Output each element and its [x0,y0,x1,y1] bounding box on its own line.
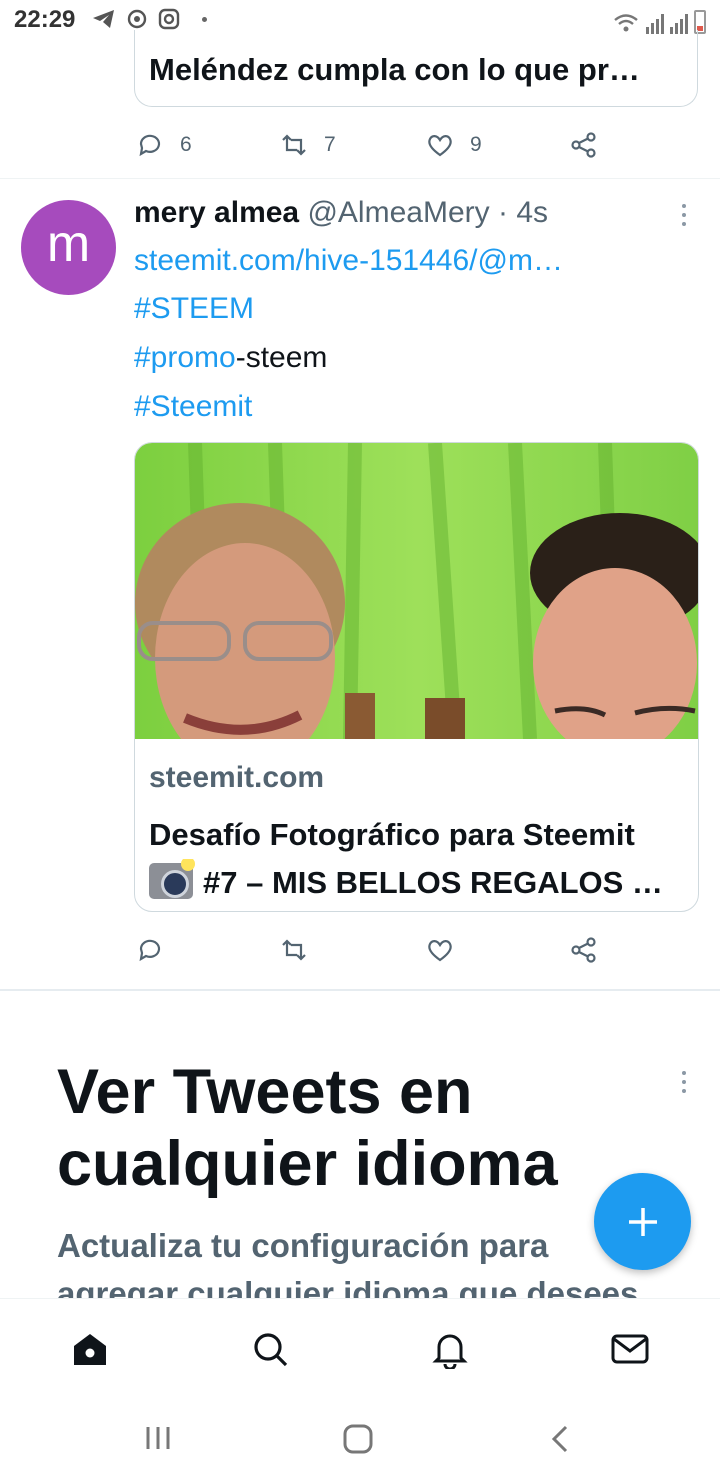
retweet-button[interactable]: 7 [280,131,336,159]
retweet-icon [282,134,306,156]
reply-count: 6 [180,133,192,156]
reply-button[interactable]: 6 [136,131,192,159]
heart-icon [428,940,452,962]
nav-notifications[interactable] [430,1329,470,1371]
tweet-actions [134,928,614,968]
share-icon [571,132,596,158]
hashtag-steem[interactable]: #STEEM [134,292,254,326]
messages-envelope-icon [611,1334,649,1364]
compose-tweet-button[interactable] [594,1173,691,1270]
tweet-header: mery almea @AlmeaMery · 4s [134,196,548,230]
telegram-icon [93,10,114,28]
search-icon [254,1333,288,1367]
promo-more-options-icon[interactable] [682,1071,688,1093]
avatar-letter: m [46,214,91,273]
like-button[interactable]: 9 [426,131,482,159]
tweet-link-card[interactable]: steemit.com Desafío Fotográfico para Ste… [134,442,699,912]
hashtag-steemit[interactable]: #Steemit [134,390,252,424]
back-chevron-icon [551,1425,568,1453]
reply-icon [139,134,161,157]
recent-apps-icon [146,1427,170,1449]
previous-card-title: Meléndez cumpla con lo que pr… [149,52,640,87]
retweet-button[interactable] [280,936,308,964]
share-button[interactable] [570,936,598,964]
signal-app-icon [127,9,147,29]
nav-home[interactable] [70,1329,110,1369]
promo-suffix-text: -steem [235,341,328,374]
author-name[interactable]: mery almea [134,196,299,229]
status-time: 22:29 [14,6,76,33]
previous-tweet-link-card[interactable]: Meléndez cumpla con lo que pr… [134,30,698,107]
avatar[interactable]: m [21,200,116,295]
share-button[interactable] [570,131,598,159]
link-card-title-line1: Desafío Fotográfico para Steemit [149,817,635,852]
system-navigation-bar [0,1398,720,1480]
header-separator: · [497,196,508,229]
dot-icon [202,16,207,22]
retweet-icon [282,939,306,961]
author-handle[interactable]: @AlmeaMery [307,196,489,229]
link-card-title-line2: #7 – MIS BELLOS REGALOS … [203,865,663,900]
tweet-timestamp[interactable]: 4s [516,196,548,229]
notifications-bell-icon [432,1334,468,1371]
hashtag-promo-line: #promo-steem [134,341,327,375]
system-back-button[interactable] [548,1424,572,1459]
share-icon [571,937,596,963]
like-button[interactable] [426,936,454,964]
tweet-link[interactable]: steemit.com/hive-151446/@m… [134,244,563,278]
divider [0,989,720,991]
previous-tweet-actions: 6 7 9 [134,123,614,163]
recent-apps-button[interactable] [143,1424,173,1457]
link-card-image [135,443,698,739]
tweet-more-options-icon[interactable] [682,204,688,226]
retweet-count: 7 [324,133,336,156]
system-home-button[interactable] [343,1424,373,1459]
bottom-navigation [0,1298,720,1398]
nav-search[interactable] [250,1329,290,1369]
link-card-title-line2-wrapper: #7 – MIS BELLOS REGALOS … [149,859,685,907]
home-circle-icon [343,1424,373,1454]
instagram-icon [158,8,180,30]
reply-button[interactable] [136,936,164,964]
nav-messages[interactable] [610,1329,650,1369]
divider [0,178,720,179]
home-icon [74,1334,106,1365]
promo-title: Ver Tweets en cualquier idioma [57,1057,558,1199]
plus-icon [628,1207,657,1236]
like-count: 9 [470,133,482,156]
reply-icon [139,939,161,962]
hashtag-promo[interactable]: #promo [134,341,236,374]
status-notification-icons [92,8,207,30]
link-card-title: Desafío Fotográfico para Steemit #7 – MI… [149,811,685,907]
link-card-domain: steemit.com [149,761,325,794]
camera-flash-icon [149,859,195,899]
heart-icon [428,135,452,157]
